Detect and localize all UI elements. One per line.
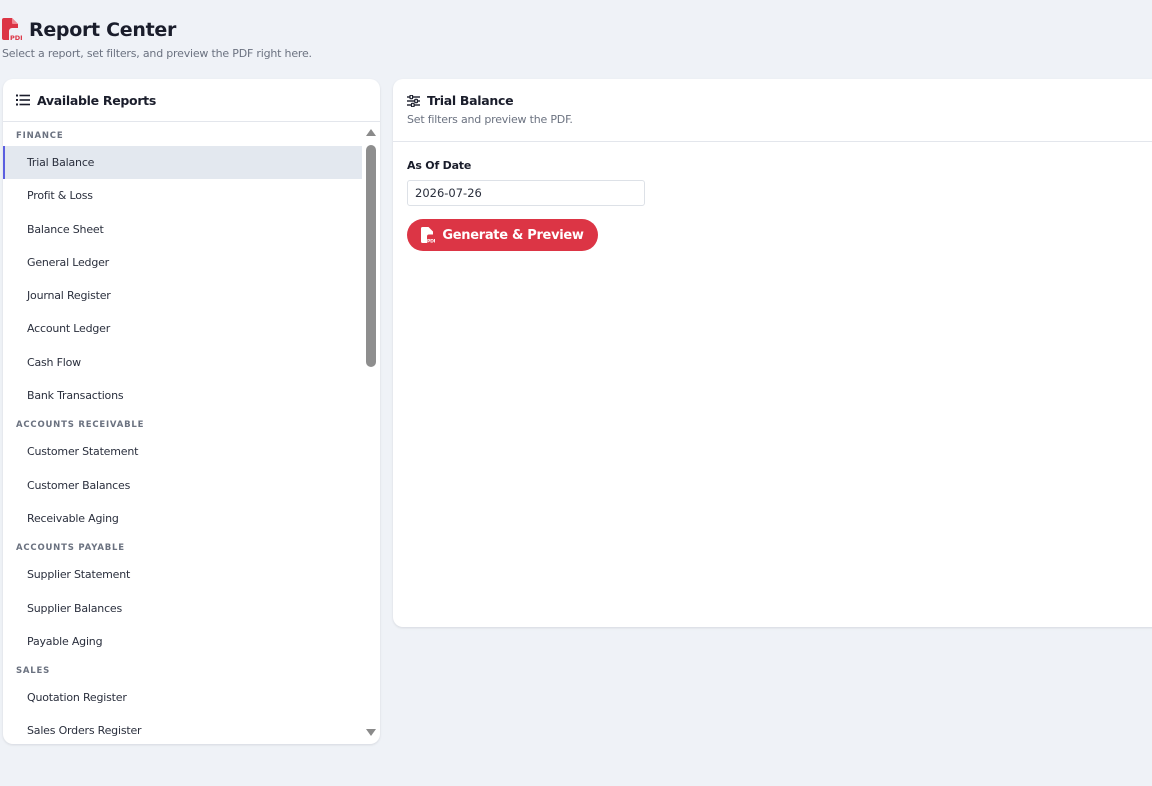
report-item[interactable]: Profit & Loss bbox=[3, 179, 362, 212]
report-item[interactable]: Balance Sheet bbox=[3, 213, 362, 246]
reports-panel-header: Available Reports bbox=[3, 79, 380, 122]
report-item[interactable]: Account Ledger bbox=[3, 312, 362, 345]
reports-panel-title: Available Reports bbox=[37, 92, 156, 108]
scrollbar-thumb[interactable] bbox=[366, 145, 376, 367]
report-item[interactable]: Payable Aging bbox=[3, 625, 362, 658]
report-list-scrollbar[interactable] bbox=[364, 123, 380, 744]
list-icon bbox=[16, 94, 30, 106]
generate-preview-label: Generate & Preview bbox=[442, 227, 584, 243]
report-item[interactable]: Customer Balances bbox=[3, 469, 362, 502]
report-item[interactable]: Cash Flow bbox=[3, 346, 362, 379]
as-of-date-label: As Of Date bbox=[407, 159, 472, 172]
pdf-file-icon: PDF bbox=[421, 227, 435, 243]
page-title: Report Center bbox=[29, 19, 177, 41]
report-group-label: SALES bbox=[16, 666, 51, 677]
report-filter-panel: Trial Balance Set filters and preview th… bbox=[393, 79, 1152, 627]
filter-panel-header: Trial Balance Set filters and preview th… bbox=[393, 79, 1152, 142]
page-header: PDF Report Center Select a report, set f… bbox=[2, 18, 312, 60]
title-row: PDF Report Center bbox=[2, 18, 312, 42]
scroll-down-arrow-icon[interactable] bbox=[366, 729, 376, 736]
report-item[interactable]: Quotation Register bbox=[3, 681, 362, 714]
report-item[interactable]: Journal Register bbox=[3, 279, 362, 312]
report-item[interactable]: Supplier Balances bbox=[3, 592, 362, 625]
report-group-label: ACCOUNTS RECEIVABLE bbox=[16, 420, 145, 431]
filter-panel-title-row: Trial Balance bbox=[407, 93, 1149, 108]
report-item[interactable]: General Ledger bbox=[3, 246, 362, 279]
report-item[interactable]: Trial Balance bbox=[3, 146, 362, 180]
report-group-label: FINANCE bbox=[16, 131, 64, 141]
report-item[interactable]: Receivable Aging bbox=[3, 502, 362, 535]
generate-preview-button[interactable]: PDF Generate & Preview bbox=[407, 219, 598, 251]
reports-panel: Available Reports FINANCE Trial Balance Pr… bbox=[3, 79, 380, 744]
svg-text:PDF: PDF bbox=[427, 239, 435, 244]
report-group-label: ACCOUNTS PAYABLE bbox=[16, 543, 125, 554]
report-item[interactable]: Bank Transactions bbox=[3, 379, 362, 412]
filter-panel-title: Trial Balance bbox=[427, 93, 514, 108]
scroll-up-arrow-icon[interactable] bbox=[366, 129, 376, 136]
report-item[interactable]: Sales Orders Register bbox=[3, 714, 362, 744]
pdf-file-icon: PDF bbox=[2, 18, 22, 42]
as-of-date-input[interactable] bbox=[407, 180, 645, 206]
filter-form: As Of Date PDF Generate & Preview bbox=[393, 142, 1152, 251]
report-list[interactable]: FINANCE Trial Balance Profit & Loss Balance… bbox=[3, 123, 362, 744]
filter-panel-subtitle: Set filters and preview the PDF. bbox=[407, 113, 573, 126]
report-item[interactable]: Customer Statement bbox=[3, 435, 362, 468]
sliders-icon bbox=[407, 94, 420, 107]
svg-text:PDF: PDF bbox=[10, 34, 22, 42]
report-item[interactable]: Supplier Statement bbox=[3, 558, 362, 591]
page-subtitle: Select a report, set filters, and previe… bbox=[2, 47, 312, 60]
